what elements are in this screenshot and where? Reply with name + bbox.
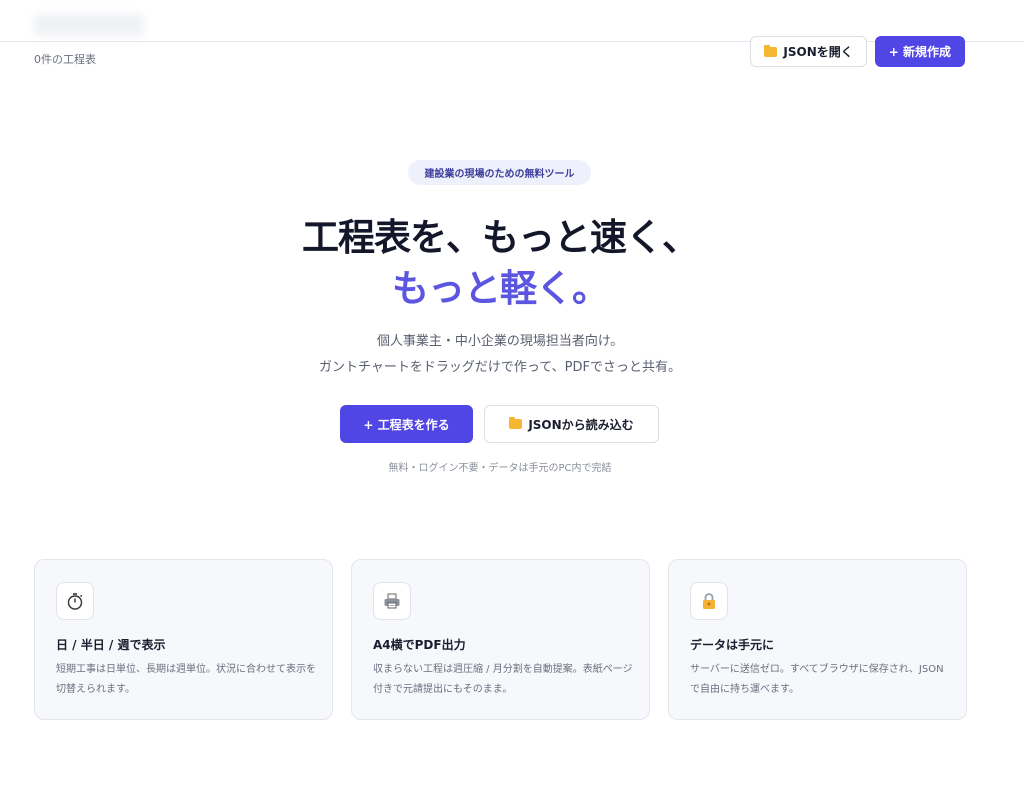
hero-title-line1: 工程表を、もっと速く、 xyxy=(302,216,699,259)
folder-icon xyxy=(509,417,523,429)
hero-lead-line1: 個人事業主・中小企業の現場担当者向け。 xyxy=(376,334,624,349)
document-count: 0件の工程表 xyxy=(34,53,96,66)
feature-title: データは手元に xyxy=(690,638,775,652)
feature-description: 短期工事は日単位、長期は週単位。状況に合わせて表示を切替えられます。 xyxy=(56,664,316,695)
create-schedule-label: + 工程表を作る xyxy=(363,417,450,432)
stopwatch-icon xyxy=(56,582,94,620)
hero-actions: + 工程表を作る JSONから読み込む xyxy=(340,405,659,443)
feature-title: 日 / 半日 / 週で表示 xyxy=(56,638,166,652)
header-actions: JSONを開く + 新規作成 xyxy=(750,36,965,67)
new-schedule-label: + 新規作成 xyxy=(888,45,951,59)
feature-description: 収まらない工程は週圧縮 / 月分割を自動提案。表紙ページ付きで元請提出にもそのま… xyxy=(373,664,633,695)
import-json-button[interactable]: JSONから読み込む xyxy=(484,405,659,443)
lock-icon xyxy=(690,582,728,620)
hero-lead-line2: ガントチャートをドラッグだけで作って、PDFでさっと共有。 xyxy=(319,360,681,375)
feature-card-local-data: データは手元に サーバーに送信ゼロ。すべてブラウザに保存され、JSONで自由に持… xyxy=(668,559,967,720)
feature-card-pdf: A4横でPDF出力 収まらない工程は週圧縮 / 月分割を自動提案。表紙ページ付き… xyxy=(351,559,650,720)
create-schedule-button[interactable]: + 工程表を作る xyxy=(340,405,473,443)
hero-title-line2: もっと軽く。 xyxy=(392,267,609,310)
open-json-label: JSONを開く xyxy=(783,45,853,59)
feature-title: A4横でPDF出力 xyxy=(373,638,466,652)
import-json-label: JSONから読み込む xyxy=(528,417,634,432)
open-json-button[interactable]: JSONを開く xyxy=(750,36,867,67)
feature-description: サーバーに送信ゼロ。すべてブラウザに保存され、JSONで自由に持ち運べます。 xyxy=(690,664,944,695)
hero-note: 無料・ログイン不要・データは手元のPC内で完結 xyxy=(388,463,612,474)
hero-badge: 建設業の現場のための無料ツール xyxy=(408,160,591,185)
feature-cards: 日 / 半日 / 週で表示 短期工事は日単位、長期は週単位。状況に合わせて表示を… xyxy=(34,559,967,720)
feature-card-view: 日 / 半日 / 週で表示 短期工事は日単位、長期は週単位。状況に合わせて表示を… xyxy=(34,559,333,720)
new-schedule-button[interactable]: + 新規作成 xyxy=(874,36,965,67)
folder-icon xyxy=(764,44,778,57)
app-logo xyxy=(34,14,144,36)
printer-icon xyxy=(373,582,411,620)
